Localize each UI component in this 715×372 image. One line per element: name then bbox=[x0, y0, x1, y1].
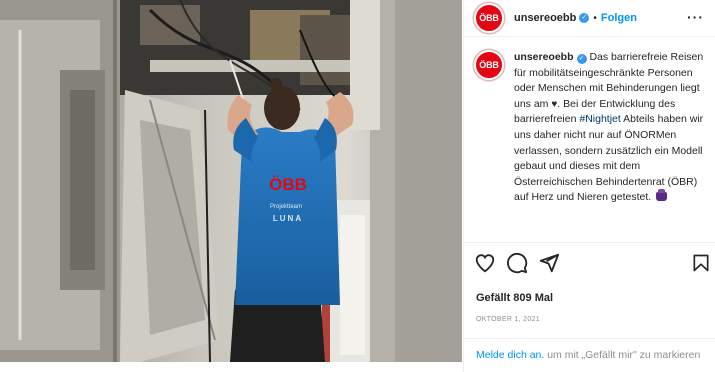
username-link[interactable]: unsereoebb bbox=[514, 12, 576, 24]
verified-badge-icon: ✓ bbox=[579, 13, 590, 23]
paper-plane-icon[interactable] bbox=[538, 252, 560, 274]
post-date: OKTOBER 1, 2021 bbox=[476, 316, 540, 323]
header-divider bbox=[464, 36, 715, 37]
post-image[interactable]: ÖBB Projektteam LUNA bbox=[0, 0, 462, 362]
shirt-logo: ÖBB bbox=[269, 175, 307, 194]
post-header: ÖBB unsereoebb ✓ • Folgen ··· bbox=[464, 0, 715, 36]
avatar-text: ÖBB bbox=[479, 13, 499, 23]
caption-part3: Abteils haben wir uns daher nicht nur au… bbox=[514, 113, 704, 204]
caption-avatar-text: ÖBB bbox=[479, 60, 499, 70]
heart-outline-icon[interactable] bbox=[474, 252, 496, 274]
caption-username[interactable]: unsereoebb bbox=[514, 51, 574, 63]
login-prompt: Melde dich an. um mit „Gefällt mir" zu m… bbox=[476, 349, 700, 361]
avatar[interactable]: ÖBB bbox=[474, 3, 504, 33]
likes-count[interactable]: Gefällt 809 Mal bbox=[476, 292, 553, 304]
caption-block: ÖBB unsereoebb ✓ Das barrierefreie Reisen… bbox=[474, 50, 709, 206]
caption-divider bbox=[464, 242, 715, 243]
login-prompt-rest: um mit „Gefällt mir" zu markieren bbox=[544, 349, 701, 361]
bookmark-icon[interactable] bbox=[691, 252, 711, 274]
follow-button[interactable]: Folgen bbox=[601, 12, 637, 24]
post-photo-illustration: ÖBB Projektteam LUNA bbox=[0, 0, 462, 362]
more-dots-icon[interactable]: ··· bbox=[687, 9, 704, 25]
post-sidebar: ÖBB unsereoebb ✓ • Folgen ··· ÖBB unsere… bbox=[463, 0, 715, 372]
caption-verified-badge-icon: ✓ bbox=[576, 54, 587, 64]
caption-text: unsereoebb ✓ Das barrierefreie Reisen für… bbox=[514, 50, 709, 206]
train-emoji-icon bbox=[656, 189, 668, 202]
hashtag-link[interactable]: #Nightjet bbox=[579, 113, 620, 125]
shirt-text-line1: Projektteam bbox=[270, 204, 302, 210]
caption-avatar[interactable]: ÖBB bbox=[474, 50, 504, 80]
shirt-text-line2: LUNA bbox=[273, 214, 303, 223]
separator-dot: • bbox=[593, 12, 597, 24]
comment-icon[interactable] bbox=[506, 252, 528, 274]
footer-divider bbox=[464, 338, 715, 339]
login-link[interactable]: Melde dich an. bbox=[476, 349, 544, 361]
action-bar bbox=[474, 252, 709, 276]
